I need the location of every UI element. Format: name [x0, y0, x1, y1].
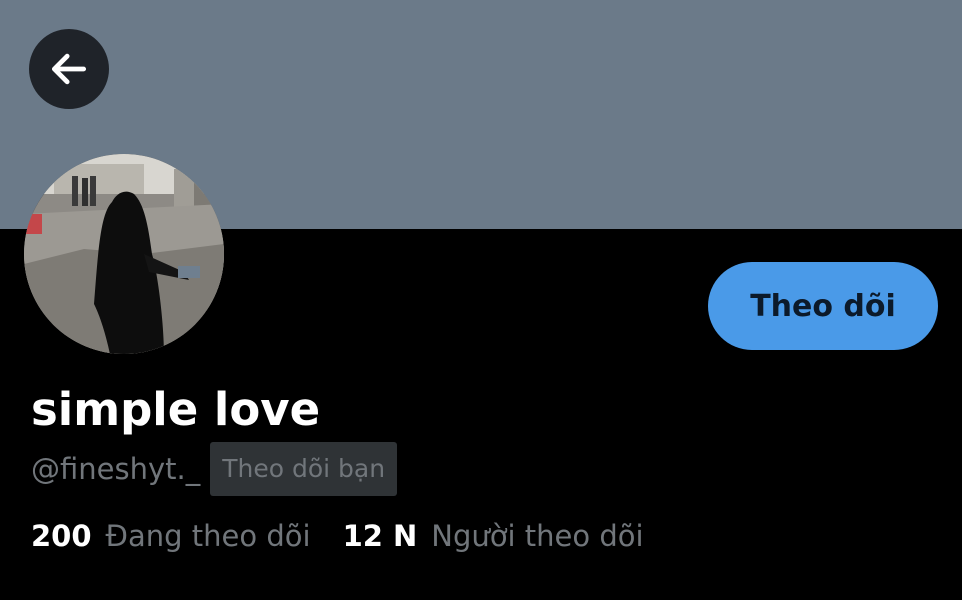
handle-row: @fineshyt._ Theo dõi bạn	[31, 442, 398, 496]
follows-you-badge: Theo dõi bạn	[210, 442, 398, 496]
avatar[interactable]	[24, 154, 224, 354]
arrow-left-icon	[51, 53, 87, 85]
following-count: 200	[31, 519, 92, 553]
followers-label: Người theo dõi	[431, 519, 644, 553]
followers-count: 12 N	[342, 519, 418, 553]
follow-button[interactable]: Theo dõi	[708, 262, 938, 350]
back-button[interactable]	[29, 29, 109, 109]
following-label: Đang theo dõi	[105, 519, 311, 553]
following-stat[interactable]: 200 Đang theo dõi	[31, 519, 311, 553]
avatar-photo	[24, 154, 224, 354]
profile-page: Theo dõi simple love @fineshyt._ Theo dõ…	[0, 0, 962, 600]
display-name: simple love	[31, 383, 321, 436]
stats-row: 200 Đang theo dõi 12 N Người theo dõi	[31, 514, 644, 558]
user-handle: @fineshyt._	[31, 452, 201, 486]
followers-stat[interactable]: 12 N Người theo dõi	[343, 519, 644, 553]
